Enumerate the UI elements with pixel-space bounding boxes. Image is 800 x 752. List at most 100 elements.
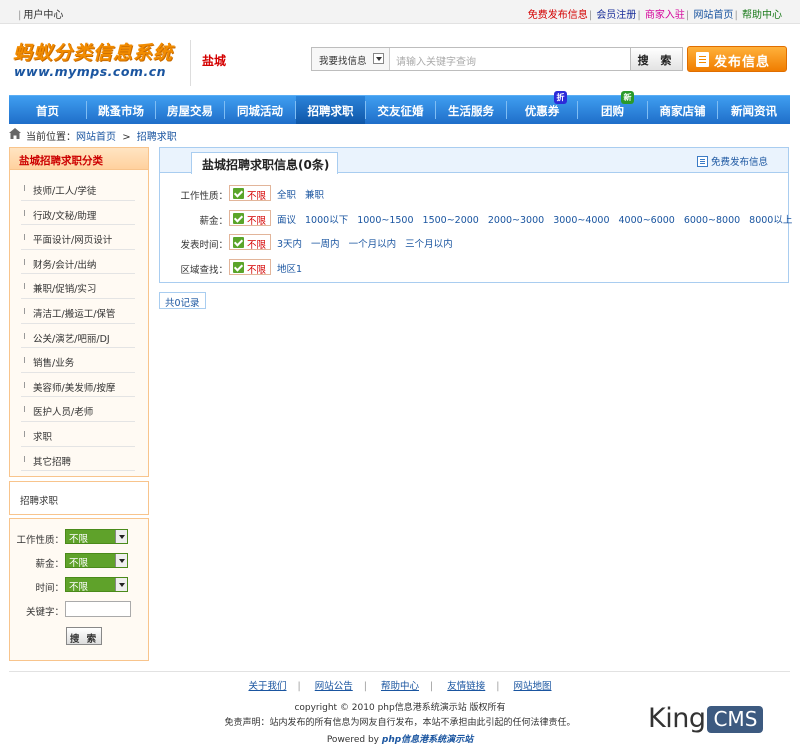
powered-brand[interactable]: php信息港系统演示站 xyxy=(382,735,473,745)
filter-unlimited[interactable]: 不限 xyxy=(229,259,271,276)
filter-option[interactable]: 4000~6000 xyxy=(619,215,675,226)
keyword-input[interactable] xyxy=(65,601,131,617)
filter-option[interactable]: 2000~3000 xyxy=(488,215,544,226)
filter-option[interactable]: 1000以下 xyxy=(305,215,348,226)
top-bar: | 用户中心 免费发布信息| 会员注册| 商家入驻| 网站首页| 帮助中心 xyxy=(0,0,800,24)
site-logo-url[interactable]: www.mymps.com.cn xyxy=(14,64,166,79)
site-logo-text[interactable]: 蚂蚁分类信息系统 xyxy=(13,38,173,65)
nav-item-home[interactable]: 首页 xyxy=(9,96,86,124)
time-value: 不限 xyxy=(69,582,89,593)
filter-option[interactable]: 1500~2000 xyxy=(423,215,479,226)
search-type-select[interactable]: 我要找信息 xyxy=(312,48,390,70)
nav-item-coupons[interactable]: 优惠券 折 xyxy=(507,91,577,124)
top-link-register[interactable]: 会员注册 xyxy=(596,10,636,21)
filter-option[interactable]: 3000~4000 xyxy=(553,215,609,226)
nav-item-group-buy[interactable]: 团购 新 xyxy=(578,91,647,124)
nav-item-dating[interactable]: 交友征婚 xyxy=(366,96,435,124)
filter-option[interactable]: 一周内 xyxy=(311,239,340,250)
filter-row-work-type: 工作性质： 不限 全职 兼职 xyxy=(160,185,788,203)
top-link-help[interactable]: 帮助中心 xyxy=(742,10,782,21)
footer-link-sitemap[interactable]: 网站地图 xyxy=(513,681,551,692)
nav-item-flea-market[interactable]: 跳蚤市场 xyxy=(87,96,155,124)
nav-item-housing[interactable]: 房屋交易 xyxy=(156,96,224,124)
city-name[interactable]: 盐城 xyxy=(202,52,226,69)
nav-item-life-services[interactable]: 生活服务 xyxy=(436,96,506,124)
check-icon xyxy=(233,237,244,248)
header: 蚂蚁分类信息系统 www.mymps.com.cn 盐城 我要找信息 请输入关键… xyxy=(0,24,800,94)
filter-unlimited[interactable]: 不限 xyxy=(229,234,271,251)
category-item[interactable]: 美容师/美发师/按摩 xyxy=(21,373,135,398)
filter-option[interactable]: 一个月以内 xyxy=(349,239,397,250)
free-post-link[interactable]: 免费发布信息 xyxy=(696,154,768,168)
category-item[interactable]: 公关/演艺/吧丽/DJ xyxy=(21,324,135,349)
filter-option[interactable]: 兼职 xyxy=(305,190,324,201)
category-item[interactable]: 其它招聘 xyxy=(21,447,135,472)
filter-option[interactable]: 三个月以内 xyxy=(405,239,453,250)
check-icon xyxy=(233,188,244,199)
search-type-value: 我要找信息 xyxy=(319,56,367,67)
post-info-button[interactable]: 发布信息 xyxy=(687,46,787,72)
filter-option[interactable]: 面议 xyxy=(277,215,296,226)
filter-options: 面议 1000以下 1000~1500 1500~2000 2000~3000 3000~… xyxy=(277,212,800,226)
nav-item-events[interactable]: 同城活动 xyxy=(225,96,295,124)
search-button-row: 搜 索 xyxy=(10,627,150,645)
kingcms-logo-cms: CMS xyxy=(707,706,764,733)
top-link-free-post[interactable]: 免费发布信息 xyxy=(528,10,588,21)
chevron-down-icon xyxy=(115,554,127,567)
filter-option[interactable]: 全职 xyxy=(277,190,296,201)
nav-item-coupons-label: 优惠券 xyxy=(524,104,560,118)
filter-option[interactable]: 8000以上 xyxy=(749,215,792,226)
filter-unlimited[interactable]: 不限 xyxy=(229,185,271,202)
search-box: 我要找信息 请输入关键字查询 搜 索 xyxy=(311,47,683,71)
chevron-down-icon xyxy=(373,53,384,64)
category-item[interactable]: 行政/文秘/助理 xyxy=(21,201,135,226)
category-item[interactable]: 求职 xyxy=(21,422,135,447)
work-type-label: 工作性质： xyxy=(16,535,64,546)
footer-link-help[interactable]: 帮助中心 xyxy=(381,681,419,692)
category-item[interactable]: 平面设计/网页设计 xyxy=(21,225,135,250)
category-item[interactable]: 兼职/促销/实习 xyxy=(21,274,135,299)
category-item[interactable]: 技师/工人/学徒 xyxy=(21,176,135,201)
work-type-row: 工作性质： 不限 xyxy=(10,529,150,547)
search-button[interactable]: 搜 索 xyxy=(630,48,682,70)
filter-label: 区域查找： xyxy=(180,265,228,276)
nav-item-news[interactable]: 新闻资讯 xyxy=(718,96,790,124)
filter-option[interactable]: 6000~8000 xyxy=(684,215,740,226)
footer-link-about[interactable]: 关于我们 xyxy=(248,681,286,692)
category-item[interactable]: 财务/会计/出纳 xyxy=(21,250,135,275)
top-link-home[interactable]: 网站首页 xyxy=(693,10,733,21)
filter-unlimited[interactable]: 不限 xyxy=(229,210,271,227)
check-icon xyxy=(233,213,244,224)
filter-option[interactable]: 3天内 xyxy=(277,239,302,250)
nav-item-jobs[interactable]: 招聘求职 xyxy=(296,96,365,124)
salary-label: 薪金： xyxy=(35,559,64,570)
top-link-merchant[interactable]: 商家入驻 xyxy=(645,10,685,21)
category-item[interactable]: 医护人员/老师 xyxy=(21,397,135,422)
filter-option[interactable]: 1000~1500 xyxy=(357,215,413,226)
logo-divider xyxy=(190,40,191,86)
breadcrumb-separator: > xyxy=(122,132,131,143)
filter-unlimited-label: 不限 xyxy=(247,191,267,202)
check-icon xyxy=(233,262,244,273)
powered-prefix: Powered by xyxy=(326,735,379,745)
footer-link-friends[interactable]: 友情链接 xyxy=(447,681,485,692)
time-select[interactable]: 不限 xyxy=(65,577,128,593)
search-input[interactable]: 请输入关键字查询 xyxy=(396,53,476,68)
work-type-value: 不限 xyxy=(69,534,89,545)
filter-option[interactable]: 地区1 xyxy=(277,264,302,275)
sidebar-search-button[interactable]: 搜 索 xyxy=(66,627,102,645)
category-item[interactable]: 销售/业务 xyxy=(21,348,135,373)
filter-unlimited-label: 不限 xyxy=(247,265,267,276)
chevron-down-icon xyxy=(115,578,127,591)
listing-panel: 盐城招聘求职信息(0条) 免费发布信息 工作性质： 不限 全职 兼职 薪金： 不限… xyxy=(159,147,792,283)
breadcrumb-home[interactable]: 网站首页 xyxy=(76,132,116,143)
nav-item-group-buy-label: 团购 xyxy=(601,104,624,118)
filter-unlimited-label: 不限 xyxy=(247,216,267,227)
breadcrumb-current[interactable]: 招聘求职 xyxy=(137,132,177,143)
salary-select[interactable]: 不限 xyxy=(65,553,128,569)
work-type-select[interactable]: 不限 xyxy=(65,529,128,545)
category-item[interactable]: 清洁工/搬运工/保管 xyxy=(21,299,135,324)
footer-link-notice[interactable]: 网站公告 xyxy=(315,681,353,692)
nav-item-shops[interactable]: 商家店铺 xyxy=(648,96,717,124)
user-center-link[interactable]: 用户中心 xyxy=(23,10,63,21)
